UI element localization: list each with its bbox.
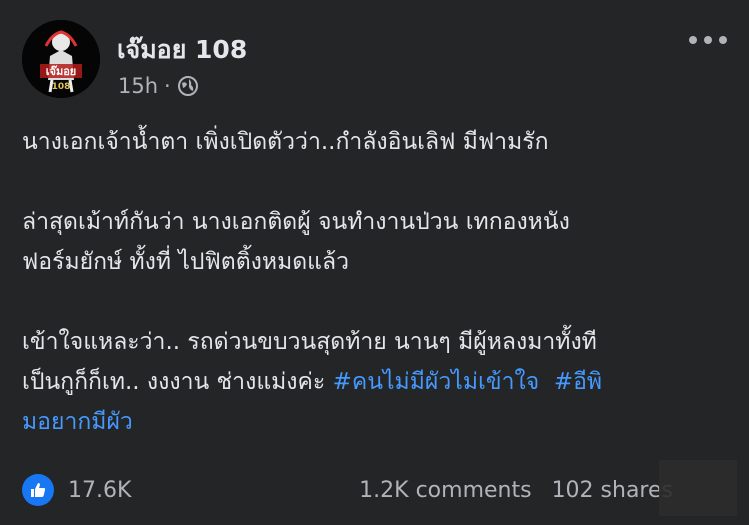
post-text-line: ฟอร์มยักษ์ ทั้งที่ ไปฟิตติ้งหมดแล้ว xyxy=(22,249,349,275)
more-horizontal-icon xyxy=(719,36,727,44)
obscured-area xyxy=(659,460,737,516)
post-text-line: ล่าสุดเม้าท์กันว่า นางเอกติดผู้ จนทำงานป… xyxy=(22,209,570,235)
shares-count[interactable]: 102 shares xyxy=(552,478,673,503)
reactions-count[interactable]: 17.6K xyxy=(68,478,131,503)
comments-count[interactable]: 1.2K comments xyxy=(359,478,531,503)
post-text-line: เป็นกูก็ก็เท.. งงงาน ช่างแม่งค่ะ #คนไม่ม… xyxy=(22,362,734,402)
thumbs-up-icon[interactable] xyxy=(22,474,54,506)
post-footer: 17.6K 1.2K comments 102 shares xyxy=(22,470,727,510)
meta-separator: · xyxy=(164,74,171,98)
author-name[interactable]: เจ๊มอย 108 xyxy=(117,30,247,70)
more-options-button[interactable] xyxy=(689,28,727,52)
more-horizontal-icon xyxy=(704,36,712,44)
post-text-line: เข้าใจแหละว่า.. รถด่วนขบวนสุดท้าย นานๆ ม… xyxy=(22,329,597,355)
jemoy-108-avatar-logo: เจ๊มอย 108 xyxy=(22,20,100,98)
post-body: นางเอกเจ้าน้ำตา เพิ่งเปิดตัวว่า..กำลังอิ… xyxy=(22,122,734,442)
post-text-line: นางเอกเจ้าน้ำตา เพิ่งเปิดตัวว่า..กำลังอิ… xyxy=(22,129,549,155)
post-meta: 15h · xyxy=(118,74,199,98)
facebook-post: เจ๊มอย 108 เจ๊มอย 108 15h · นางเอกเจ้าน้… xyxy=(0,0,749,525)
hashtag-link-continued[interactable]: มอยากมีผัว xyxy=(22,402,734,442)
svg-text:เจ๊มอย: เจ๊มอย xyxy=(46,65,77,78)
post-paragraph: เข้าใจแหละว่า.. รถด่วนขบวนสุดท้าย นานๆ ม… xyxy=(22,322,734,442)
author-avatar[interactable]: เจ๊มอย 108 xyxy=(22,20,100,98)
post-timestamp[interactable]: 15h xyxy=(118,74,158,98)
hashtag-link[interactable]: #คนไม่มีผัวไม่เข้าใจ xyxy=(333,369,540,395)
svg-text:108: 108 xyxy=(52,82,71,92)
globe-icon xyxy=(177,76,198,96)
post-text: เป็นกูก็ก็เท.. งงงาน ช่างแม่งค่ะ xyxy=(22,369,333,395)
more-horizontal-icon xyxy=(689,36,697,44)
post-paragraph: ล่าสุดเม้าท์กันว่า นางเอกติดผู้ จนทำงานป… xyxy=(22,202,734,282)
post-paragraph: นางเอกเจ้าน้ำตา เพิ่งเปิดตัวว่า..กำลังอิ… xyxy=(22,122,734,162)
hashtag-link[interactable]: #อีพิ xyxy=(554,369,602,395)
